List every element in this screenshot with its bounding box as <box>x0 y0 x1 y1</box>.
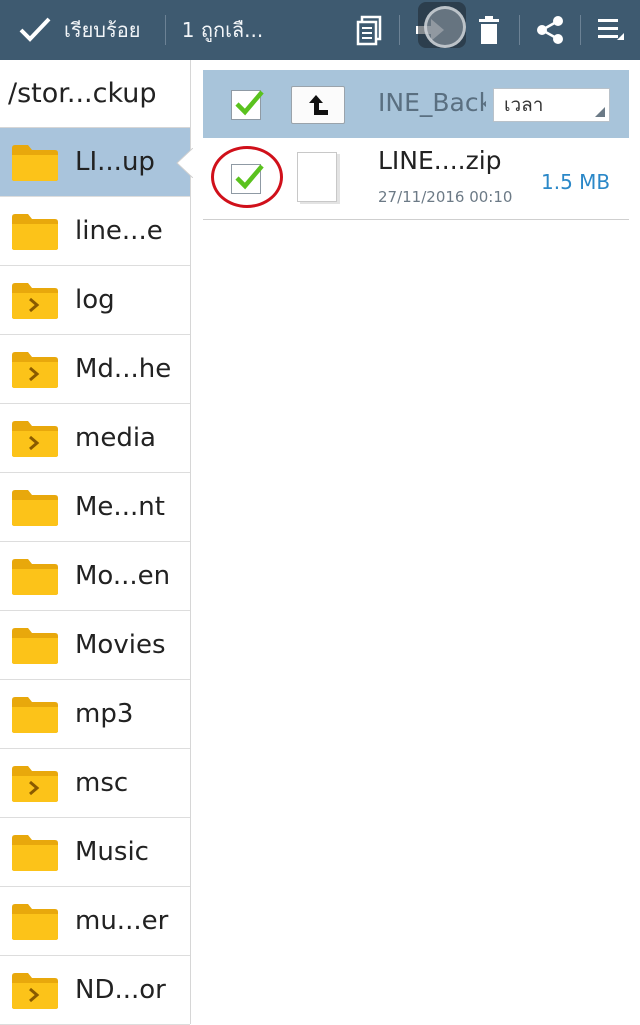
file-date: 27/11/2016 00:10 <box>378 188 513 206</box>
more-options-button[interactable] <box>580 0 639 60</box>
folder-name: Md...he <box>75 354 172 384</box>
check-icon <box>235 90 264 116</box>
selection-count-dropdown[interactable]: 1 ถูกเลื... <box>166 14 340 46</box>
active-folder-pointer <box>176 148 193 178</box>
check-icon <box>235 164 264 190</box>
folder-name: LI...up <box>75 147 155 177</box>
delete-button[interactable] <box>460 0 519 60</box>
folder-expand-icon <box>11 349 59 389</box>
arrow-up-icon <box>309 95 328 115</box>
done-label: เรียบร้อย <box>64 18 141 42</box>
folder-name: line...e <box>75 216 163 246</box>
folder-name: Me...nt <box>75 492 165 522</box>
folder-item[interactable]: mu...er <box>0 887 190 956</box>
folder-name: media <box>75 423 156 453</box>
dropdown-corner-icon <box>595 107 605 117</box>
sort-dropdown[interactable]: เวลา <box>493 88 610 122</box>
folder-icon <box>11 694 59 734</box>
folder-icon <box>11 487 59 527</box>
folder-expand-icon <box>11 418 59 458</box>
folder-item[interactable]: media <box>0 404 190 473</box>
folder-item[interactable]: Mo...en <box>0 542 190 611</box>
up-folder-button[interactable] <box>291 86 345 124</box>
folder-expand-icon <box>11 970 59 1010</box>
folder-icon <box>11 142 59 182</box>
folder-icon <box>11 625 59 665</box>
folder-name: msc <box>75 768 129 798</box>
file-list-header: INE_Backup เวลา <box>203 70 629 138</box>
folder-icon <box>11 211 59 251</box>
file-list-pane: INE_Backup เวลา LINE....zip 27/11/2016 00… <box>203 70 629 220</box>
folder-name: Movies <box>75 630 166 660</box>
folder-item[interactable]: LI...up <box>0 128 190 197</box>
folder-item[interactable]: Music <box>0 818 190 887</box>
menu-icon <box>598 19 625 40</box>
folder-icon <box>11 901 59 941</box>
folder-item[interactable]: Md...he <box>0 335 190 404</box>
folder-item[interactable]: Movies <box>0 611 190 680</box>
file-size: 1.5 MB <box>541 170 611 194</box>
folder-list: LI...up line...e log Md...he media Me...nt Mo.… <box>0 128 190 1025</box>
folder-name: Music <box>75 837 149 867</box>
current-path[interactable]: /stor...ckup <box>0 60 190 128</box>
trash-icon <box>479 16 500 44</box>
checkmark-icon <box>19 17 51 42</box>
file-row[interactable]: LINE....zip 27/11/2016 00:10 1.5 MB <box>203 138 629 220</box>
folder-name: log <box>75 285 115 315</box>
copy-button[interactable] <box>340 0 399 60</box>
folder-item[interactable]: ND...or <box>0 956 190 1025</box>
file-list: LINE....zip 27/11/2016 00:10 1.5 MB <box>203 138 629 220</box>
share-button[interactable] <box>520 0 579 60</box>
folder-name: mu...er <box>75 906 169 936</box>
folder-expand-icon <box>11 280 59 320</box>
folder-item[interactable]: line...e <box>0 197 190 266</box>
folder-item[interactable]: mp3 <box>0 680 190 749</box>
folder-icon <box>11 556 59 596</box>
sort-label: เวลา <box>504 94 544 116</box>
folder-expand-icon <box>11 763 59 803</box>
copy-icon <box>356 15 381 46</box>
folder-name: mp3 <box>75 699 134 729</box>
done-button[interactable]: เรียบร้อย <box>0 0 165 60</box>
file-checkbox[interactable] <box>231 164 264 194</box>
folder-item[interactable]: msc <box>0 749 190 818</box>
action-bar: เรียบร้อย 1 ถูกเลื... <box>0 0 640 60</box>
folder-name: ND...or <box>75 975 166 1005</box>
folder-item[interactable]: log <box>0 266 190 335</box>
share-icon <box>536 16 563 44</box>
touch-indicator <box>418 2 466 48</box>
current-folder-label: INE_Backup <box>378 88 486 117</box>
folder-name: Mo...en <box>75 561 171 591</box>
folder-tree-pane: /stor...ckup LI...up line...e log Md...he me… <box>0 60 191 1025</box>
folder-item[interactable]: Me...nt <box>0 473 190 542</box>
select-all-checkbox[interactable] <box>231 90 264 120</box>
file-name: LINE....zip <box>378 146 502 175</box>
folder-icon <box>11 832 59 872</box>
file-icon <box>297 152 337 202</box>
